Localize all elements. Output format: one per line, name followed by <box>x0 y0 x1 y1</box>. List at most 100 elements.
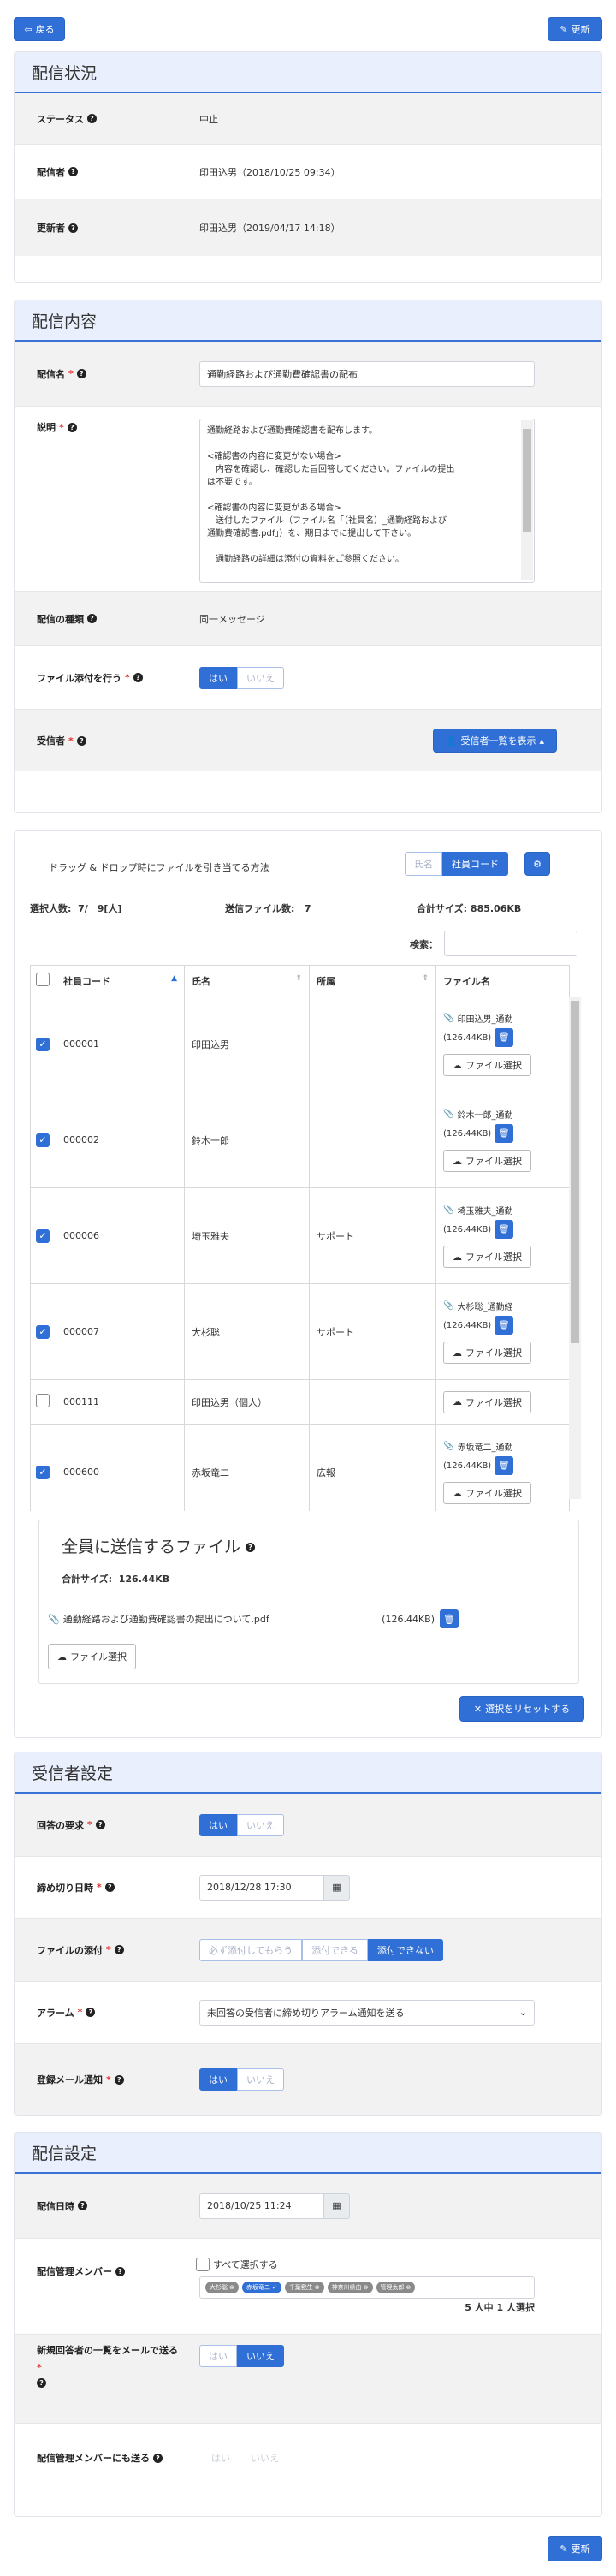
help-icon[interactable]: ? <box>86 2008 96 2017</box>
member-tag[interactable]: 管理太郎 ⊗ <box>376 2282 416 2293</box>
check-icon[interactable]: ✓ <box>272 2284 277 2291</box>
help-icon[interactable]: ? <box>153 2453 163 2463</box>
back-button[interactable]: ⇦ 戻る <box>14 17 65 41</box>
select-all-members[interactable]: すべて選択する <box>196 2258 601 2271</box>
close-icon[interactable]: ⊗ <box>315 2284 320 2291</box>
trash-icon: 🗑 <box>498 1224 510 1234</box>
help-icon[interactable]: ? <box>67 422 77 432</box>
reset-selection-button[interactable]: ✕ 選択をリセットする <box>459 1696 584 1722</box>
answer-no[interactable]: いいえ <box>237 1813 284 1836</box>
file-can[interactable]: 添付できる <box>302 1938 368 1961</box>
close-icon[interactable]: ⊗ <box>229 2284 234 2291</box>
members-tag-input[interactable]: 大杉聡 ⊗ 赤坂竜二 ✓ 千葉我生 ⊗ 神奈川県由 ⊗ 管理太郎 ⊗ <box>199 2276 535 2299</box>
update-button-bottom[interactable]: ✎ 更新 <box>548 2536 602 2561</box>
search-input[interactable] <box>444 931 578 956</box>
table-row[interactable]: ✓ 000002 鈴木一郎 📎 鈴木一郎_通勤 (126.44KB) 🗑 ☁ ファイル選択 <box>30 1092 570 1188</box>
file-select-button[interactable]: ☁ ファイル選択 <box>443 1054 531 1076</box>
help-icon[interactable]: ? <box>116 2266 125 2276</box>
common-file-select-button[interactable]: ☁ ファイル選択 <box>48 1644 136 1669</box>
description-row: 説明 *? 通勤経路および通勤費確認書を配布します。 <確認書の内容に変更がない場合… <box>15 407 601 592</box>
row-checkbox[interactable]: ✓ <box>36 1133 50 1147</box>
help-icon[interactable]: ? <box>87 114 97 123</box>
row-checkbox[interactable]: ✓ <box>36 1465 50 1479</box>
delivery-name-input[interactable]: 通勤経路および通勤費確認書の配布 <box>199 360 535 387</box>
file-select-button[interactable]: ☁ ファイル選択 <box>443 1342 531 1364</box>
row-checkbox[interactable]: ✓ <box>36 1229 50 1243</box>
file-must[interactable]: 必ず添付してもらう <box>199 1938 303 1961</box>
delete-file-button[interactable]: 🗑 <box>495 1316 514 1335</box>
table-scrollbar[interactable] <box>569 997 581 1499</box>
help-icon[interactable]: ? <box>114 1945 124 1954</box>
member-tag[interactable]: 赤坂竜二 ✓ <box>241 2282 281 2293</box>
calendar-icon[interactable]: ▦ <box>324 2192 350 2219</box>
file-select-button[interactable]: ☁ ファイル選択 <box>443 1482 531 1504</box>
delete-file-button[interactable]: 🗑 <box>495 1220 514 1239</box>
answer-row: 回答の要求 *? はい いいえ <box>15 1794 601 1857</box>
help-icon[interactable]: ? <box>68 167 78 176</box>
settings-button[interactable]: ⚙ <box>524 852 550 876</box>
show-recipients-button[interactable]: 👤 受信者一覧を表示 ▴ <box>432 729 557 753</box>
attach-no[interactable]: いいえ <box>237 666 284 689</box>
drop-by-code[interactable]: 社員コード <box>442 852 508 876</box>
help-icon[interactable]: ? <box>87 614 97 623</box>
help-icon[interactable]: ? <box>37 2378 46 2388</box>
mail-no[interactable]: いいえ <box>237 2068 284 2091</box>
row-checkbox[interactable]: ✓ <box>36 1324 50 1339</box>
col-code[interactable]: 社員コード ▲ <box>56 965 185 996</box>
update-button-top[interactable]: ✎ 更新 <box>548 17 602 41</box>
help-icon[interactable]: ? <box>76 369 86 378</box>
delete-file-button[interactable]: 🗑 <box>495 1456 514 1475</box>
col-dept[interactable]: 所属 ⇕ <box>309 965 436 996</box>
help-icon[interactable]: ? <box>76 735 86 746</box>
table-row[interactable]: 000111 印田込男（個人） ☁ ファイル選択 <box>30 1379 570 1425</box>
row-checkbox[interactable] <box>36 1394 50 1407</box>
drop-by-name[interactable]: 氏名 <box>405 852 442 876</box>
row-checkbox[interactable]: ✓ <box>36 1037 50 1051</box>
delete-common-file-button[interactable]: 🗑 <box>440 1609 459 1628</box>
delete-file-button[interactable]: 🗑 <box>495 1124 514 1143</box>
deadline-input[interactable]: 2018/12/28 17:30 <box>199 1874 324 1901</box>
attach-toggle[interactable]: はい いいえ <box>199 666 284 689</box>
new-answer-mail-toggle[interactable]: はい いいえ <box>199 2345 284 2367</box>
description-textarea[interactable]: 通勤経路および通勤費確認書を配布します。 <確認書の内容に変更がない場合> 内容を… <box>199 419 535 583</box>
newmail-yes[interactable]: はい <box>199 2345 237 2367</box>
alarm-select[interactable]: 未回答の受信者に締め切りアラーム通知を送る ⌄ <box>199 1999 535 2026</box>
help-icon[interactable]: ? <box>133 673 143 682</box>
help-icon[interactable]: ? <box>95 1820 105 1829</box>
cloud-upload-icon: ☁ <box>453 1251 462 1263</box>
description-scrollbar[interactable] <box>521 420 533 580</box>
member-tag[interactable]: 神奈川県由 ⊗ <box>327 2282 373 2293</box>
table-row[interactable]: ✓ 000007 大杉聡 サポート 📎 大杉聡_通勤経 (126.44KB) 🗑 ☁ ファイル選択 <box>30 1283 570 1380</box>
attach-yes[interactable]: はい <box>199 666 237 689</box>
col-name[interactable]: 氏名 ⇕ <box>184 965 310 996</box>
distribution-date-input[interactable]: 2018/10/25 11:24 <box>199 2192 324 2219</box>
answer-yes[interactable]: はい <box>199 1813 237 1836</box>
help-icon[interactable]: ? <box>246 1543 256 1552</box>
mail-yes[interactable]: はい <box>199 2068 237 2091</box>
help-icon[interactable]: ? <box>104 1883 115 1892</box>
help-icon[interactable]: ? <box>114 2074 124 2085</box>
close-icon[interactable]: ⊗ <box>364 2284 369 2291</box>
file-attach-toggle[interactable]: 必ず添付してもらう 添付できる 添付できない <box>199 1938 443 1961</box>
file-select-button[interactable]: ☁ ファイル選択 <box>443 1390 531 1413</box>
mail-notify-toggle[interactable]: はい いいえ <box>199 2068 284 2091</box>
calendar-icon[interactable]: ▦ <box>324 1874 350 1901</box>
help-icon[interactable]: ? <box>78 2201 87 2210</box>
table-row[interactable]: ✓ 000006 埼玉雅夫 サポート 📎 埼玉雅夫_通勤 (126.44KB) 🗑 ☁ ファイル選… <box>30 1187 570 1284</box>
select-all-members-checkbox[interactable] <box>196 2258 210 2271</box>
file-select-button[interactable]: ☁ ファイル選択 <box>443 1150 531 1172</box>
answer-toggle[interactable]: はい いいえ <box>199 1813 284 1836</box>
help-icon[interactable]: ? <box>68 223 78 233</box>
file-select-button[interactable]: ☁ ファイル選択 <box>443 1246 531 1268</box>
content-panel: 配信内容 配信名 *? 通勤経路および通勤費確認書の配布 説明 *? 通勤経路および… <box>14 300 602 813</box>
newmail-no[interactable]: いいえ <box>237 2345 284 2367</box>
select-all-checkbox[interactable] <box>36 973 50 986</box>
delete-file-button[interactable]: 🗑 <box>495 1028 514 1047</box>
file-cannot[interactable]: 添付できない <box>367 1938 443 1961</box>
member-tag[interactable]: 千葉我生 ⊗ <box>284 2282 324 2293</box>
table-row[interactable]: ✓ 000001 印田込男 📎 印田込男_通勤 (126.44KB) 🗑 ☁ ファイル選択 <box>30 996 570 1092</box>
table-row[interactable]: ✓ 000600 赤坂竜二 広報 📎 赤坂竜二_通勤 (126.44KB) 🗑 ☁ ファイル選択 <box>30 1424 570 1511</box>
drop-method-toggle[interactable]: 氏名 社員コード <box>405 852 508 876</box>
member-tag[interactable]: 大杉聡 ⊗ <box>205 2282 239 2293</box>
close-icon[interactable]: ⊗ <box>406 2284 412 2291</box>
